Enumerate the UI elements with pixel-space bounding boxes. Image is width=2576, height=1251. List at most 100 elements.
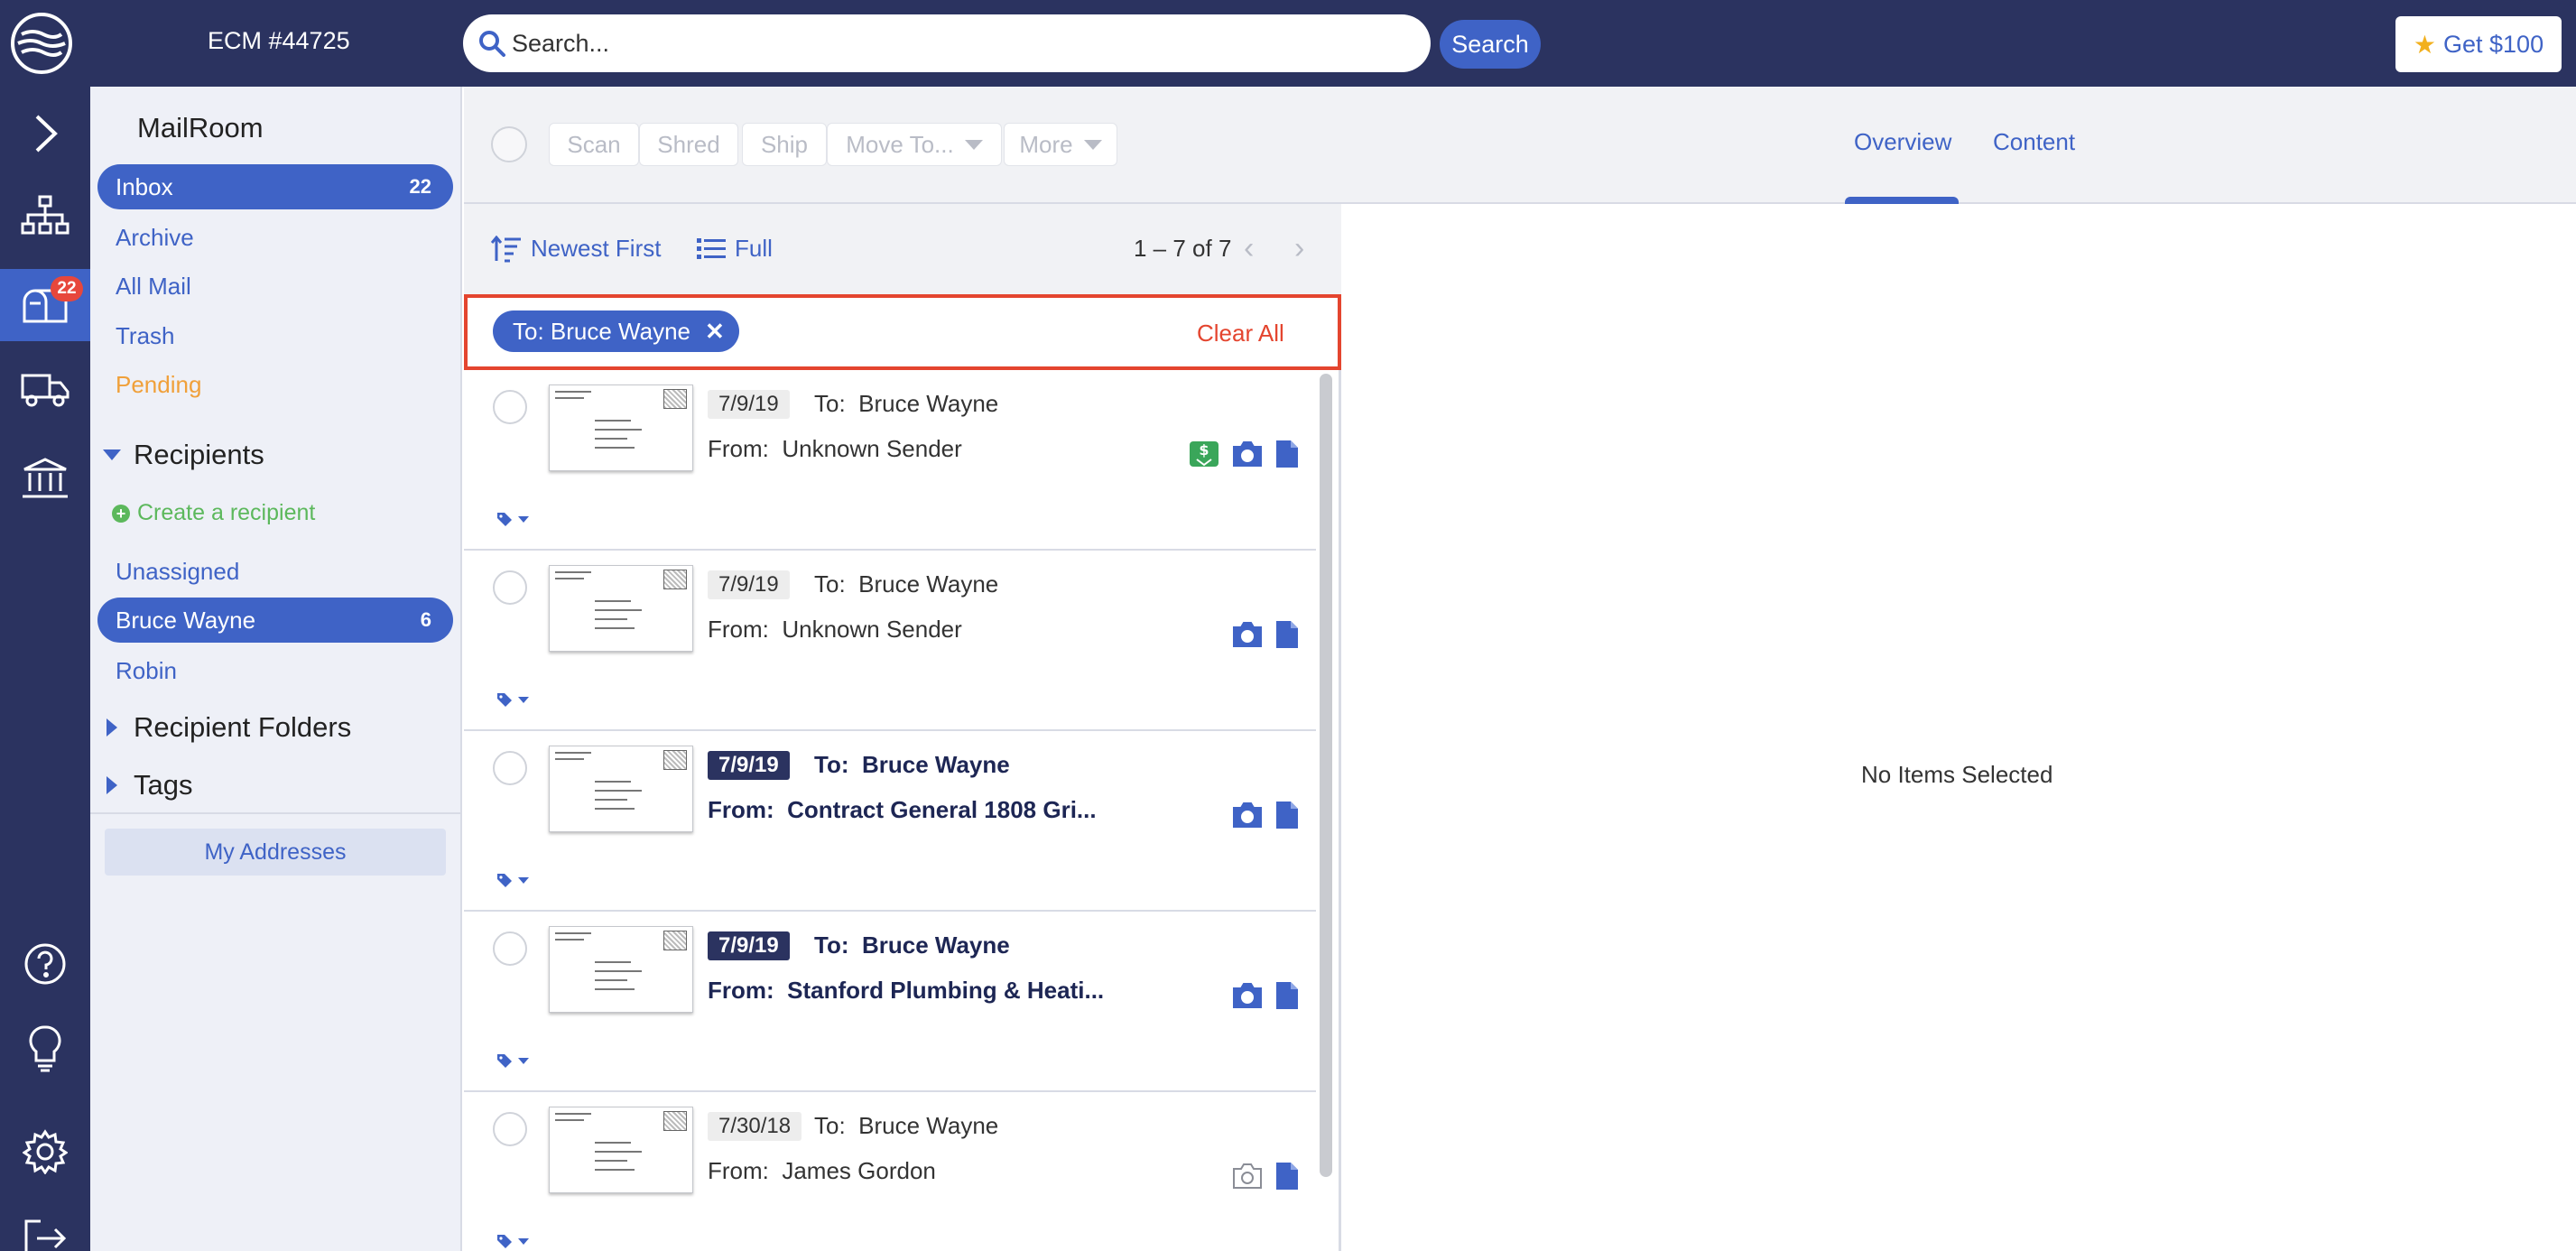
tag-icon [497,1054,512,1068]
sidebar-item-pending[interactable]: Pending [116,371,201,399]
return-address-line [555,1113,591,1115]
search-input[interactable] [512,23,1405,63]
view-full-button[interactable]: Full [697,235,773,263]
sidebar-item-all-mail[interactable]: All Mail [116,273,191,301]
check-deposit-icon[interactable]: $ [1188,440,1220,468]
sidebar-item-robin[interactable]: Robin [116,657,177,685]
camera-icon[interactable] [1231,1162,1264,1191]
get-100-button[interactable]: ★ Get $100 [2395,16,2562,72]
create-recipient-link[interactable]: + Create a recipient [112,500,315,526]
sort-newest-first-button[interactable]: Newest First [491,235,661,263]
item-checkbox[interactable] [493,390,527,424]
list-item[interactable]: 7/9/19 To: Bruce Wayne From: Stanford Plum… [464,912,1316,1092]
mailbox-icon[interactable]: 22 [0,269,90,341]
document-icon[interactable] [1274,980,1300,1011]
expand-triangle-icon [107,776,117,794]
camera-icon[interactable] [1231,620,1264,649]
close-icon[interactable]: ✕ [705,318,725,346]
next-page-icon[interactable]: › [1294,231,1304,266]
item-checkbox[interactable] [493,751,527,785]
gear-icon[interactable] [0,1116,90,1188]
list-item[interactable]: 7/30/18 To: Bruce Wayne From: James Gordon [464,1092,1316,1251]
document-icon[interactable] [1274,619,1300,650]
shred-button[interactable]: Shred [639,123,738,166]
sidebar-item-inbox[interactable]: Inbox 22 [97,164,453,209]
create-recipient-label: Create a recipient [137,500,316,525]
tag-dropdown[interactable] [496,511,529,527]
sidebar-item-unassigned[interactable]: Unassigned [116,558,239,586]
envelope-thumbnail[interactable] [549,926,693,1013]
list-item[interactable]: 7/9/19 To: Bruce Wayne From: Unknown Sende… [464,551,1316,731]
camera-icon[interactable] [1231,801,1264,829]
expand-icon[interactable] [0,97,90,170]
address-line [595,447,635,449]
recipient-name: Bruce Wayne [861,751,1010,778]
document-icon[interactable] [1274,1161,1300,1191]
camera-icon[interactable] [1231,981,1264,1010]
scan-button[interactable]: Scan [549,123,639,166]
item-recipient: To: Bruce Wayne [814,751,1010,779]
filter-chip-label: To: Bruce Wayne [513,317,691,345]
return-address-line [555,397,584,399]
envelope-thumbnail[interactable] [549,565,693,652]
svg-text:$: $ [1199,441,1209,459]
logout-icon[interactable] [0,1202,90,1251]
tag-dropdown[interactable] [496,1052,529,1069]
item-sender: From: Unknown Sender [708,616,962,644]
list-item[interactable]: 7/9/19 To: Bruce Wayne From: Unknown Sende… [464,370,1316,551]
item-checkbox[interactable] [493,1112,527,1146]
ship-button[interactable]: Ship [742,123,827,166]
select-all-checkbox[interactable] [491,126,527,162]
item-sender: From: James Gordon [708,1157,936,1185]
tag-dropdown[interactable] [496,872,529,888]
address-line [595,1142,631,1144]
app-logo-icon[interactable] [9,9,74,78]
document-icon[interactable] [1274,800,1300,830]
address-line [595,420,631,422]
lightbulb-icon[interactable] [0,1013,90,1085]
envelope-thumbnail[interactable] [549,1107,693,1193]
item-recipient: To: Bruce Wayne [814,390,998,418]
filter-chip-to-bruce-wayne[interactable]: To: Bruce Wayne ✕ [493,310,739,352]
sidebar-item-bruce-wayne[interactable]: Bruce Wayne 6 [97,598,453,643]
search-button[interactable]: Search [1440,20,1541,69]
item-checkbox[interactable] [493,570,527,605]
address-line [595,970,642,972]
tag-icon [497,1235,512,1248]
more-dropdown[interactable]: More [1004,123,1117,166]
more-label: More [1019,130,1073,158]
clear-all-button[interactable]: Clear All [1197,320,1284,348]
help-icon[interactable] [0,928,90,1000]
view-label: Full [735,235,773,262]
list-item[interactable]: 7/9/19 To: Bruce Wayne From: Contract Gene… [464,731,1316,912]
to-prefix: To: [814,751,849,778]
my-addresses-button[interactable]: My Addresses [105,829,446,876]
star-icon: ★ [2413,30,2436,59]
sidebar-item-trash[interactable]: Trash [116,322,175,350]
prev-page-icon[interactable]: ‹ [1244,231,1254,266]
to-prefix: To: [814,570,846,598]
sidebar-item-archive[interactable]: Archive [116,224,194,252]
search-box [463,14,1431,72]
tags-heading[interactable]: Tags [103,769,192,802]
move-to-dropdown[interactable]: Move To... [827,123,1002,166]
item-checkbox[interactable] [493,931,527,966]
tab-overview[interactable]: Overview [1854,128,1951,156]
recipient-folders-heading[interactable]: Recipient Folders [103,711,351,744]
tab-content[interactable]: Content [1993,128,2075,156]
bank-icon[interactable] [0,442,90,514]
tag-dropdown[interactable] [496,691,529,708]
envelope-thumbnail[interactable] [549,746,693,832]
stamp-mark [663,931,687,950]
list-scrollbar[interactable] [1320,374,1332,1177]
return-address-line [555,1119,584,1121]
camera-icon[interactable] [1231,440,1264,468]
recipients-heading[interactable]: Recipients [103,439,264,471]
document-icon[interactable] [1274,439,1300,469]
org-chart-icon[interactable] [0,179,90,251]
tag-dropdown[interactable] [496,1233,529,1249]
truck-icon[interactable] [0,352,90,424]
item-date: 7/9/19 [708,931,790,960]
return-address-line [555,578,584,579]
envelope-thumbnail[interactable] [549,385,693,471]
